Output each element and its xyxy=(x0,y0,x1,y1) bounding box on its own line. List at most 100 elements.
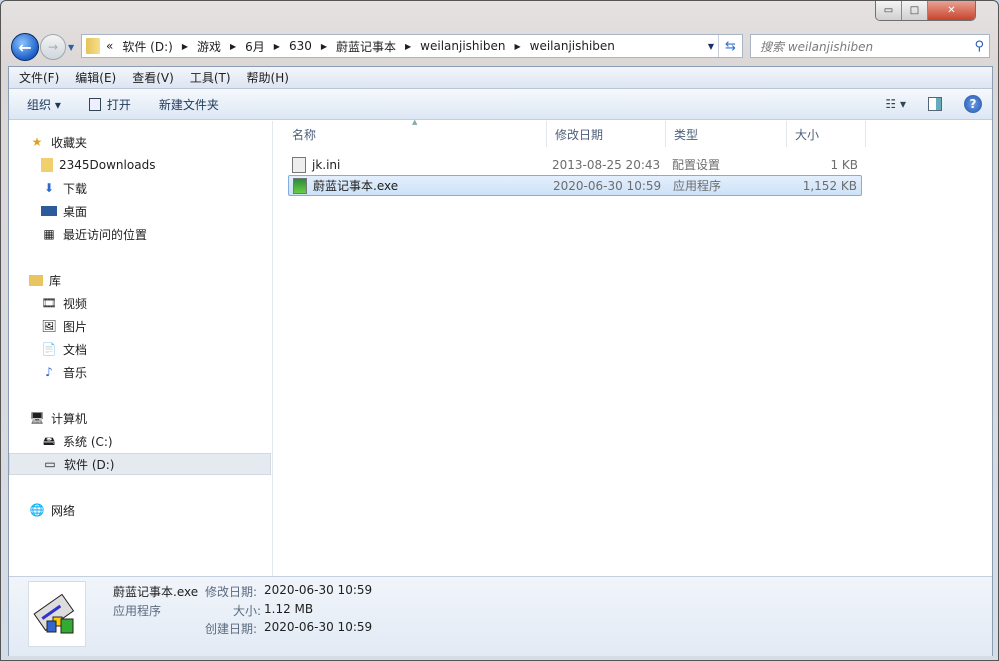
details-file-name: 蔚蓝记事本.exe xyxy=(113,583,198,600)
breadcrumb-630[interactable]: 630 xyxy=(289,39,312,53)
sidebar-item-videos[interactable]: 🎞 视频 xyxy=(9,292,271,314)
sidebar-favorites[interactable]: ★ 收藏夹 xyxy=(9,131,271,153)
file-size: 1 KB xyxy=(830,158,858,172)
file-size: 1,152 KB xyxy=(803,179,857,193)
chevron-right-icon[interactable]: ▶ xyxy=(405,42,411,51)
settings-file-icon xyxy=(292,157,306,173)
sidebar-label: 软件 (D:) xyxy=(64,456,114,473)
sidebar-item-recent-places[interactable]: ▦最近访问的位置 xyxy=(9,223,271,245)
chevron-right-icon[interactable]: ▶ xyxy=(182,42,188,51)
details-size-label: 大小: xyxy=(233,602,261,619)
back-button[interactable]: ← xyxy=(11,33,39,61)
details-modified-value: 2020-06-30 10:59 xyxy=(264,583,372,597)
file-row[interactable]: jk.ini 2013-08-25 20:43 配置设置 1 KB xyxy=(288,154,862,175)
breadcrumb-overflow[interactable]: « xyxy=(106,39,113,53)
menu-edit[interactable]: 编辑(E) xyxy=(75,69,116,86)
search-input[interactable]: 搜索 weilanjishiben ⚲ xyxy=(750,34,990,58)
documents-icon: 📄 xyxy=(41,342,57,356)
details-created-label: 创建日期: xyxy=(205,620,257,637)
file-thumbnail xyxy=(28,581,86,647)
application-icon xyxy=(89,98,101,111)
explorer-body: 文件(F) 编辑(E) 查看(V) 工具(T) 帮助(H) 组织 ▾ 打开 新建… xyxy=(8,66,993,656)
sidebar-network[interactable]: 🌐 网络 xyxy=(9,499,271,521)
new-folder-button[interactable]: 新建文件夹 xyxy=(159,96,219,113)
details-pane: 蔚蓝记事本.exe 应用程序 修改日期: 2020-06-30 10:59 大小… xyxy=(9,576,992,656)
file-name: 蔚蓝记事本.exe xyxy=(313,177,398,194)
sidebar-label: 2345Downloads xyxy=(59,158,155,172)
sidebar-label: 视频 xyxy=(63,295,87,312)
menu-tools[interactable]: 工具(T) xyxy=(190,69,231,86)
chevron-right-icon[interactable]: ▶ xyxy=(321,42,327,51)
sidebar-item-desktop[interactable]: 桌面 xyxy=(9,200,271,222)
sidebar-label: 最近访问的位置 xyxy=(63,226,147,243)
sidebar-item-drive-c[interactable]: 🖴系统 (C:) xyxy=(9,430,271,452)
column-header-type[interactable]: 类型 xyxy=(666,121,787,147)
search-icon[interactable]: ⚲ xyxy=(974,39,984,54)
details-file-type: 应用程序 xyxy=(113,602,161,619)
chevron-right-icon[interactable]: ▶ xyxy=(230,42,236,51)
menu-help[interactable]: 帮助(H) xyxy=(247,69,289,86)
address-dropdown[interactable]: ▼ xyxy=(708,42,714,51)
application-icon xyxy=(293,178,307,194)
menu-view[interactable]: 查看(V) xyxy=(132,69,174,86)
sidebar-label: 桌面 xyxy=(63,203,87,220)
sidebar-label: 收藏夹 xyxy=(51,134,87,151)
preview-pane-button[interactable] xyxy=(928,97,942,111)
sidebar-item-downloads[interactable]: ⬇ 下载 xyxy=(9,177,271,199)
file-type: 应用程序 xyxy=(673,177,721,194)
organize-label: 组织 ▾ xyxy=(27,96,61,113)
sidebar-item-documents[interactable]: 📄 文档 xyxy=(9,338,271,360)
video-icon: 🎞 xyxy=(41,296,57,310)
star-icon: ★ xyxy=(29,135,45,149)
close-button[interactable]: ✕ xyxy=(928,1,975,20)
address-bar[interactable]: « 软件 (D:) ▶ 游戏 ▶ 6月 ▶ 630 ▶ 蔚蓝记事本 ▶ weilanjis… xyxy=(81,34,743,58)
column-header-name[interactable]: 名称 xyxy=(284,121,547,147)
file-type: 配置设置 xyxy=(672,156,720,173)
file-row-selected[interactable]: 蔚蓝记事本.exe 2020-06-30 10:59 应用程序 1,152 KB xyxy=(288,175,862,196)
file-modified: 2020-06-30 10:59 xyxy=(553,179,661,193)
sidebar-libraries[interactable]: 库 xyxy=(9,269,271,291)
breadcrumb-drive[interactable]: 软件 (D:) xyxy=(122,38,172,55)
chevron-right-icon[interactable]: ▶ xyxy=(514,42,520,51)
file-modified: 2013-08-25 20:43 xyxy=(552,158,660,172)
sidebar-label: 图片 xyxy=(63,318,87,335)
breadcrumb-games[interactable]: 游戏 xyxy=(197,38,221,55)
column-header-size[interactable]: 大小 xyxy=(787,121,866,147)
open-button[interactable]: 打开 xyxy=(89,96,131,113)
sidebar-computer[interactable]: 🖥计算机 xyxy=(9,407,271,429)
view-options-button[interactable]: ☷ ▾ xyxy=(885,97,906,111)
column-header-modified[interactable]: 修改日期 xyxy=(547,121,666,147)
recent-pages-dropdown[interactable]: ▼ xyxy=(68,43,74,52)
network-icon: 🌐 xyxy=(29,503,45,517)
breadcrumb-weilanjishiben-1[interactable]: weilanjishiben xyxy=(420,39,505,53)
sidebar-label: 网络 xyxy=(51,502,75,519)
maximize-button[interactable]: □ xyxy=(902,1,928,20)
help-button[interactable]: ? xyxy=(964,95,982,113)
desktop-icon xyxy=(41,206,57,216)
notepad-application-icon xyxy=(33,589,81,639)
open-label: 打开 xyxy=(107,96,131,113)
sidebar-label: 下载 xyxy=(63,180,87,197)
menu-file[interactable]: 文件(F) xyxy=(19,69,59,86)
navigation-pane: ★ 收藏夹 2345Downloads ⬇ 下载 桌面 ▦最近访问的位置 库 🎞 视频… xyxy=(9,121,273,576)
downloads-icon: ⬇ xyxy=(41,181,57,195)
drive-icon: ▭ xyxy=(42,457,58,471)
sidebar-item-music[interactable]: ♪音乐 xyxy=(9,361,271,383)
breadcrumb-weilan[interactable]: 蔚蓝记事本 xyxy=(336,38,396,55)
sidebar-item-pictures[interactable]: 🖼图片 xyxy=(9,315,271,337)
sidebar-label: 文档 xyxy=(63,341,87,358)
file-list: ▲ 名称 修改日期 类型 大小 jk.ini 2013-08-25 20:43 … xyxy=(274,121,992,576)
organize-button[interactable]: 组织 ▾ xyxy=(27,96,61,113)
breadcrumb-june[interactable]: 6月 xyxy=(245,38,265,55)
sidebar-item-drive-d[interactable]: ▭ 软件 (D:) xyxy=(9,453,271,475)
sidebar-item-2345downloads[interactable]: 2345Downloads xyxy=(9,154,271,176)
file-name: jk.ini xyxy=(312,158,340,172)
explorer-window: ▭ □ ✕ ← → ▼ « 软件 (D:) ▶ 游戏 ▶ 6月 ▶ 630 ▶ 蔚蓝记事… xyxy=(0,0,999,661)
breadcrumb-weilanjishiben-2[interactable]: weilanjishiben xyxy=(530,39,615,53)
sidebar-label: 库 xyxy=(49,272,61,289)
forward-button[interactable]: → xyxy=(40,34,66,60)
minimize-button[interactable]: ▭ xyxy=(876,1,902,20)
refresh-button[interactable]: ⇆ xyxy=(718,35,742,57)
chevron-right-icon[interactable]: ▶ xyxy=(274,42,280,51)
details-size-value: 1.12 MB xyxy=(264,602,313,616)
